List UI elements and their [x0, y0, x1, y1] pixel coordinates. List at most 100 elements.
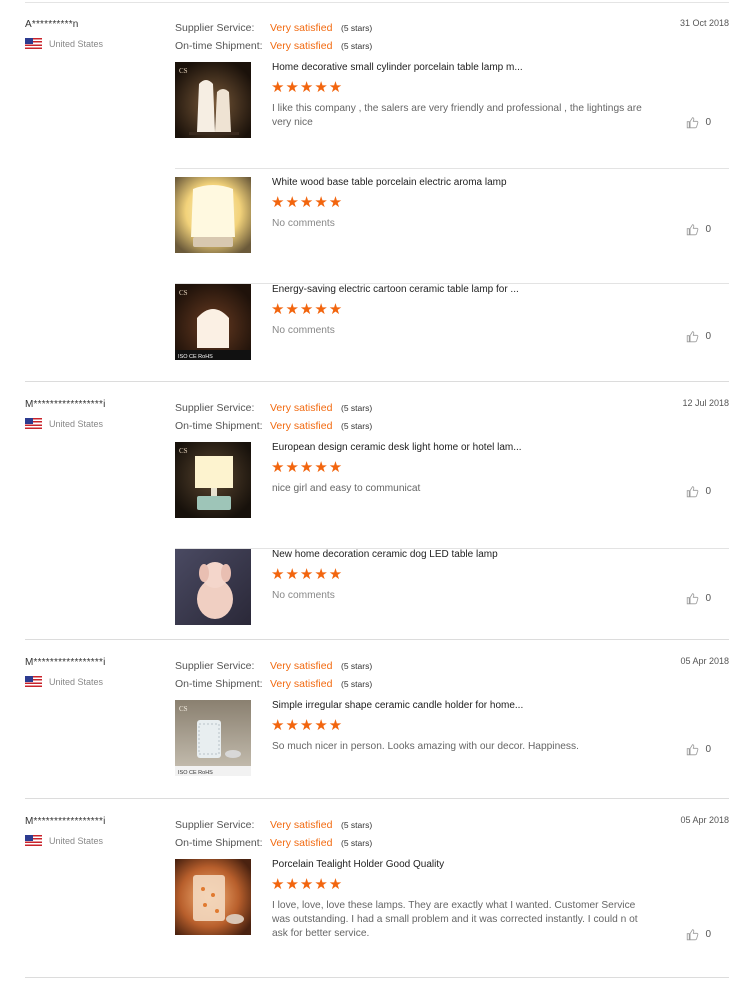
- rating-stars-text: (5 stars): [341, 23, 373, 33]
- product-thumbnail[interactable]: CS: [175, 442, 251, 518]
- rating-stars-text: (5 stars): [341, 661, 373, 671]
- us-flag-icon: [25, 38, 42, 49]
- review-item: CS European design ceramic desk light ho…: [175, 442, 729, 549]
- product-title-link[interactable]: New home decoration ceramic dog LED tabl…: [272, 549, 498, 560]
- us-flag-icon: [25, 418, 42, 429]
- supplier-service-rating: Supplier Service: Very satisfied (5 star…: [175, 657, 372, 675]
- bottom-divider: [25, 977, 729, 978]
- rating-label: Supplier Service:: [175, 819, 255, 831]
- like-count: 0: [705, 593, 711, 604]
- review-comment: nice girl and easy to communicat: [272, 483, 421, 494]
- supplier-service-rating: Supplier Service: Very satisfied (5 star…: [175, 399, 372, 417]
- buyer-name: A**********n: [25, 19, 79, 30]
- like-button[interactable]: 0: [686, 485, 711, 498]
- rating-stars-text: (5 stars): [341, 421, 373, 431]
- thumb-logo: CS: [179, 67, 188, 75]
- buyer-name: M*****************i: [25, 657, 106, 668]
- supplier-service-rating: Supplier Service: Very satisfied (5 star…: [175, 816, 372, 834]
- rating-label: On-time Shipment:: [175, 40, 263, 52]
- product-title-link[interactable]: Energy-saving electric cartoon ceramic t…: [272, 284, 519, 295]
- thumbs-up-icon: [687, 744, 699, 756]
- review-divider: [25, 639, 729, 640]
- review-divider: [25, 798, 729, 799]
- country-name: United States: [49, 835, 104, 846]
- product-title-link[interactable]: White wood base table porcelain electric…: [272, 177, 507, 188]
- rating-label: On-time Shipment:: [175, 420, 263, 432]
- like-count: 0: [705, 331, 711, 342]
- thumbs-up-icon: [687, 117, 699, 129]
- buyer-name: M*****************i: [25, 399, 106, 410]
- review-card: M*****************i United States Suppli…: [25, 383, 729, 640]
- like-button[interactable]: 0: [686, 223, 711, 236]
- like-button[interactable]: 0: [686, 330, 711, 343]
- rating-value: Very satisfied: [270, 819, 333, 831]
- like-button[interactable]: 0: [686, 116, 711, 129]
- rating-value: Very satisfied: [270, 660, 333, 672]
- thumb-cert-text: ISO CE RoHS: [178, 770, 213, 776]
- rating-value: Very satisfied: [270, 40, 333, 52]
- buyer-name: M*****************i: [25, 816, 106, 827]
- rating-value: Very satisfied: [270, 420, 333, 432]
- product-thumbnail[interactable]: CS: [175, 62, 251, 138]
- rating-stars-text: (5 stars): [341, 820, 373, 830]
- thumbs-up-icon: [687, 224, 699, 236]
- review-card: A**********n United States Supplier Serv…: [25, 3, 729, 382]
- us-flag-icon: [25, 835, 42, 846]
- like-button[interactable]: 0: [686, 743, 711, 756]
- product-title-link[interactable]: Porcelain Tealight Holder Good Quality: [272, 859, 444, 870]
- product-title-link[interactable]: European design ceramic desk light home …: [272, 442, 522, 453]
- review-date: 12 Jul 2018: [682, 398, 729, 408]
- product-thumbnail[interactable]: CS ISO CE RoHS: [175, 700, 251, 776]
- buyer-country: United States: [25, 418, 165, 429]
- product-thumbnail[interactable]: [175, 177, 251, 253]
- ontime-shipment-rating: On-time Shipment: Very satisfied (5 star…: [175, 675, 372, 693]
- product-star-rating: ★★★★★: [271, 876, 344, 893]
- supplier-ratings: Supplier Service: Very satisfied (5 star…: [175, 399, 372, 435]
- product-star-rating: ★★★★★: [271, 459, 344, 476]
- thumbs-up-icon: [687, 486, 699, 498]
- like-button[interactable]: 0: [686, 928, 711, 941]
- product-thumbnail[interactable]: [175, 549, 251, 625]
- rating-value: Very satisfied: [270, 678, 333, 690]
- like-button[interactable]: 0: [686, 592, 711, 605]
- review-divider: [25, 381, 729, 382]
- product-thumbnail[interactable]: [175, 859, 251, 935]
- thumb-logo: CS: [179, 447, 188, 455]
- country-name: United States: [49, 38, 104, 49]
- like-count: 0: [705, 486, 711, 497]
- supplier-ratings: Supplier Service: Very satisfied (5 star…: [175, 816, 372, 852]
- us-flag-icon: [25, 676, 42, 687]
- product-thumbnail[interactable]: CS ISO CE RoHS: [175, 284, 251, 360]
- buyer-country: United States: [25, 676, 165, 687]
- rating-label: Supplier Service:: [175, 22, 255, 34]
- rating-value: Very satisfied: [270, 402, 333, 414]
- thumbs-up-icon: [687, 593, 699, 605]
- like-count: 0: [705, 929, 711, 940]
- rating-stars-text: (5 stars): [341, 403, 373, 413]
- buyer-info: A**********n United States: [25, 19, 165, 49]
- ontime-shipment-rating: On-time Shipment: Very satisfied (5 star…: [175, 834, 372, 852]
- product-title-link[interactable]: Home decorative small cylinder porcelain…: [272, 62, 523, 73]
- item-divider: [175, 168, 729, 169]
- product-star-rating: ★★★★★: [271, 566, 344, 583]
- review-comment: No comments: [272, 590, 335, 601]
- review-comment: No comments: [272, 325, 335, 336]
- rating-label: Supplier Service:: [175, 660, 255, 672]
- country-name: United States: [49, 418, 104, 429]
- ontime-shipment-rating: On-time Shipment: Very satisfied (5 star…: [175, 37, 372, 55]
- review-card: M*****************i United States Suppli…: [25, 800, 729, 977]
- buyer-info: M*****************i United States: [25, 657, 165, 687]
- buyer-country: United States: [25, 835, 165, 846]
- rating-label: On-time Shipment:: [175, 678, 263, 690]
- product-star-rating: ★★★★★: [271, 194, 344, 211]
- review-item: CS Home decorative small cylinder porcel…: [175, 62, 729, 169]
- country-name: United States: [49, 676, 104, 687]
- review-comment: I love, love, love these lamps. They are…: [272, 900, 638, 939]
- like-count: 0: [705, 117, 711, 128]
- rating-value: Very satisfied: [270, 22, 333, 34]
- rating-stars-text: (5 stars): [341, 41, 373, 51]
- review-comment: No comments: [272, 218, 335, 229]
- thumbs-up-icon: [687, 929, 699, 941]
- product-title-link[interactable]: Simple irregular shape ceramic candle ho…: [272, 700, 523, 711]
- supplier-service-rating: Supplier Service: Very satisfied (5 star…: [175, 19, 372, 37]
